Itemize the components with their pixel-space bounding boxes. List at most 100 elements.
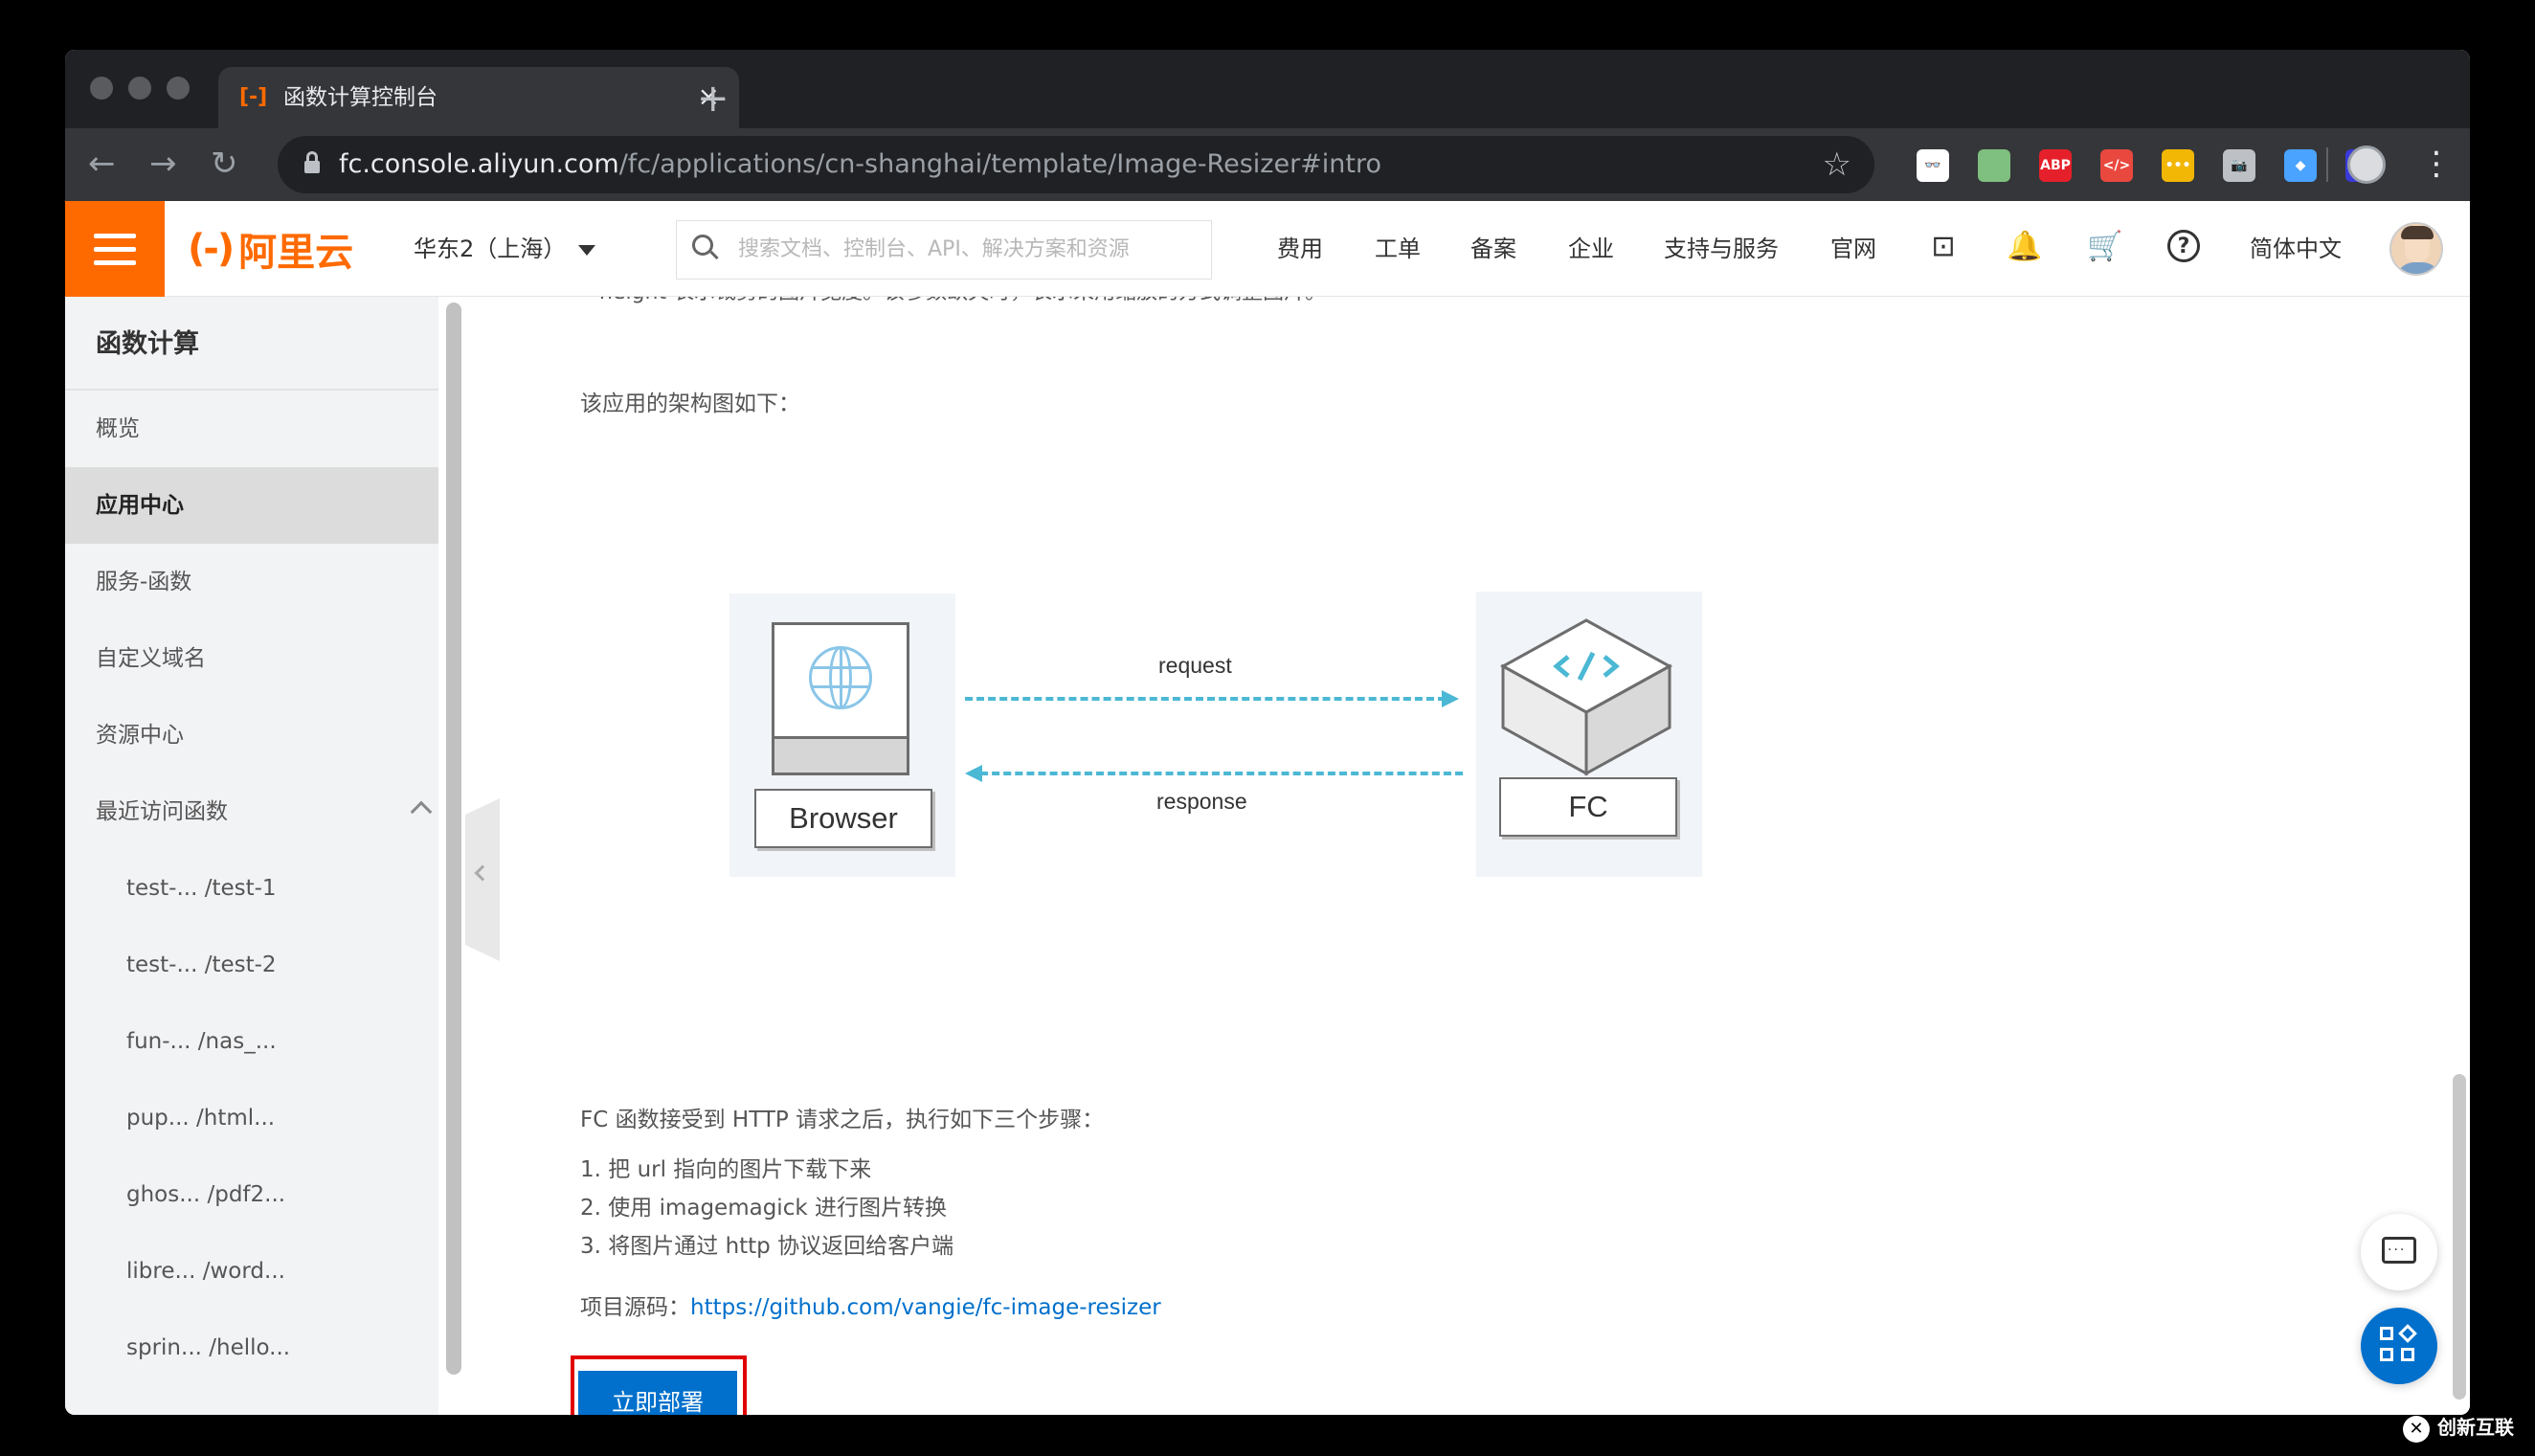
recent-function-item[interactable]: pup... /html... xyxy=(65,1080,438,1156)
logo-text: 阿里云 xyxy=(238,231,354,275)
address-bar[interactable]: fc.console.aliyun.com/fc/applications/cn… xyxy=(278,136,1874,193)
recent-function-label: libre... /word... xyxy=(126,1259,285,1284)
tab-title: 函数计算控制台 xyxy=(283,85,437,110)
recent-function-label: sprin... /hello... xyxy=(126,1335,291,1360)
back-button[interactable]: ← xyxy=(88,142,116,186)
language-selector[interactable]: 简体中文 xyxy=(2250,232,2342,266)
hamburger-menu-icon[interactable] xyxy=(65,201,165,297)
sidebar-item-recent-functions[interactable]: 最近访问函数 xyxy=(65,773,438,850)
recent-function-label: fun-... /nas_... xyxy=(126,1029,277,1054)
chat-feedback-button[interactable]: ··· xyxy=(2361,1214,2437,1290)
bookmark-star-icon[interactable]: ☆ xyxy=(1823,146,1851,184)
url-host: fc.console.aliyun.com xyxy=(339,149,619,179)
minimize-window-button[interactable] xyxy=(128,77,151,100)
camera-extension-icon[interactable]: 📷 xyxy=(2223,149,2255,182)
recent-function-label: test-... /test-2 xyxy=(126,952,277,977)
code-extension-icon[interactable]: </> xyxy=(2100,149,2133,182)
response-arrow xyxy=(980,772,1463,775)
recent-function-item[interactable]: fun-... /nas_... xyxy=(65,1003,438,1080)
sidebar-item-label: 概览 xyxy=(96,416,140,441)
recent-function-item[interactable]: libre... /word... xyxy=(65,1233,438,1310)
request-arrow xyxy=(965,697,1446,701)
zoom-window-button[interactable] xyxy=(167,77,190,100)
step-1: 1. 把 url 指向的图片下载下来 xyxy=(580,1157,872,1182)
notes-extension-icon[interactable]: ••• xyxy=(2162,149,2194,182)
deploy-button[interactable]: 立即部署 xyxy=(578,1371,737,1415)
nav-official-site[interactable]: 官网 xyxy=(1830,232,1876,266)
cut-off-bullet-text: • height 表示裁剪的图片宽度。该参数缺失时，表示采用缩放的方式调整图片。 xyxy=(580,297,1326,310)
region-selector[interactable]: 华东2（上海） xyxy=(414,232,566,266)
nav-enterprise[interactable]: 企业 xyxy=(1568,232,1614,266)
address-url[interactable]: fc.console.aliyun.com/fc/applications/cn… xyxy=(339,147,1381,182)
aliyun-logo[interactable]: (-) 阿里云 xyxy=(188,226,353,275)
source-line: 项目源码：https://github.com/vangie/fc-image-… xyxy=(580,1290,1161,1325)
nav-fees[interactable]: 费用 xyxy=(1277,232,1323,266)
watermark-text: 创新互联 xyxy=(2437,1416,2514,1439)
search-input[interactable]: 搜索文档、控制台、API、解决方案和资源 xyxy=(676,220,1212,280)
bell-icon[interactable]: 🔔 xyxy=(2007,230,2042,264)
main-content: • height 表示裁剪的图片宽度。该参数缺失时，表示采用缩放的方式调整图片。… xyxy=(500,297,2470,1415)
arrow-right-icon xyxy=(1442,690,1459,707)
search-placeholder: 搜索文档、控制台、API、解决方案和资源 xyxy=(738,237,1130,261)
sidebar-item-overview[interactable]: 概览 xyxy=(65,391,438,467)
browser-menu-icon[interactable]: ⋮ xyxy=(2420,144,2453,184)
sidebar-title: 函数计算 xyxy=(96,329,199,359)
adblock-plus-icon[interactable]: ABP xyxy=(2039,149,2072,182)
terminal-icon[interactable]: ⊡ xyxy=(1926,230,1961,264)
profile-avatar-icon[interactable] xyxy=(2347,146,2386,184)
sidebar-item-app-center[interactable]: 应用中心 xyxy=(65,467,438,544)
watermark: ✕ 创新互联 xyxy=(2403,1413,2514,1443)
recent-function-item[interactable]: test-... /test-1 xyxy=(65,850,438,927)
fc-label: FC xyxy=(1499,777,1677,837)
recent-function-item[interactable]: test-... /test-2 xyxy=(65,927,438,1003)
architecture-intro: 该应用的架构图如下： xyxy=(580,392,800,416)
lock-icon[interactable] xyxy=(304,151,320,174)
source-label: 项目源码： xyxy=(580,1295,690,1320)
sidebar-item-label: 自定义域名 xyxy=(96,646,206,671)
sidebar-collapse-handle[interactable] xyxy=(465,798,500,961)
logo-mark: (-) xyxy=(188,227,235,271)
browser-tab-active[interactable]: [-] 函数计算控制台 × xyxy=(218,67,739,128)
recent-function-item[interactable]: sprin... /hello... xyxy=(65,1310,438,1386)
source-link[interactable]: https://github.com/vangie/fc-image-resiz… xyxy=(690,1295,1161,1320)
step-2: 2. 使用 imagemagick 进行图片转换 xyxy=(580,1196,947,1221)
sidebar: 函数计算 概览 应用中心 服务-函数 自定义域名 资源中心 最近访问函数 tes… xyxy=(65,297,438,1415)
cart-icon[interactable]: 🛒 xyxy=(2087,230,2122,264)
sidebar-item-label: 资源中心 xyxy=(96,723,184,748)
sidebar-item-resource-center[interactable]: 资源中心 xyxy=(65,697,438,773)
help-icon[interactable]: ? xyxy=(2167,230,2200,262)
nav-tickets[interactable]: 工单 xyxy=(1375,232,1421,266)
recent-function-label: test-... /test-1 xyxy=(126,876,277,901)
apps-grid-button[interactable] xyxy=(2361,1308,2437,1384)
grid-icon xyxy=(2380,1327,2393,1340)
aliyun-favicon-icon: [-] xyxy=(239,85,268,109)
sidebar-item-label: 最近访问函数 xyxy=(96,799,228,824)
sidebar-item-custom-domain[interactable]: 自定义域名 xyxy=(65,620,438,697)
main-scrollbar[interactable] xyxy=(2453,1074,2466,1400)
nav-filing[interactable]: 备案 xyxy=(1470,232,1516,266)
sidebar-item-label: 服务-函数 xyxy=(96,570,192,594)
watermark-logo-icon: ✕ xyxy=(2403,1415,2430,1443)
step-3: 3. 将图片通过 http 协议返回给客户端 xyxy=(580,1234,954,1259)
eyes-extension-icon[interactable]: 👓 xyxy=(1917,149,1949,182)
console-header: (-) 阿里云 华东2（上海） 搜索文档、控制台、API、解决方案和资源 费用 … xyxy=(65,201,2470,297)
globe-icon xyxy=(809,646,872,709)
nav-support[interactable]: 支持与服务 xyxy=(1664,232,1779,266)
recent-function-item[interactable]: ghos... /pdf2... xyxy=(65,1156,438,1233)
search-icon xyxy=(692,235,719,261)
sidebar-scrollbar[interactable] xyxy=(446,302,461,1375)
diamond-extension-icon[interactable]: ◆ xyxy=(2284,149,2317,182)
green-dot-extension-icon[interactable] xyxy=(1978,149,2010,182)
new-tab-button[interactable]: + xyxy=(697,77,729,121)
chevron-up-icon[interactable] xyxy=(410,800,433,823)
user-avatar[interactable] xyxy=(2389,222,2443,276)
sidebar-item-label: 应用中心 xyxy=(96,493,184,518)
arrow-left-icon xyxy=(965,765,982,782)
reload-button[interactable]: ↻ xyxy=(211,142,238,186)
recent-function-label: ghos... /pdf2... xyxy=(126,1182,286,1207)
sidebar-item-service-function[interactable]: 服务-函数 xyxy=(65,544,438,620)
caret-down-icon[interactable] xyxy=(578,245,595,256)
steps-intro: FC 函数接受到 HTTP 请求之后，执行如下三个步骤： xyxy=(580,1108,1105,1132)
close-window-button[interactable] xyxy=(90,77,113,100)
forward-button[interactable]: → xyxy=(149,142,177,186)
